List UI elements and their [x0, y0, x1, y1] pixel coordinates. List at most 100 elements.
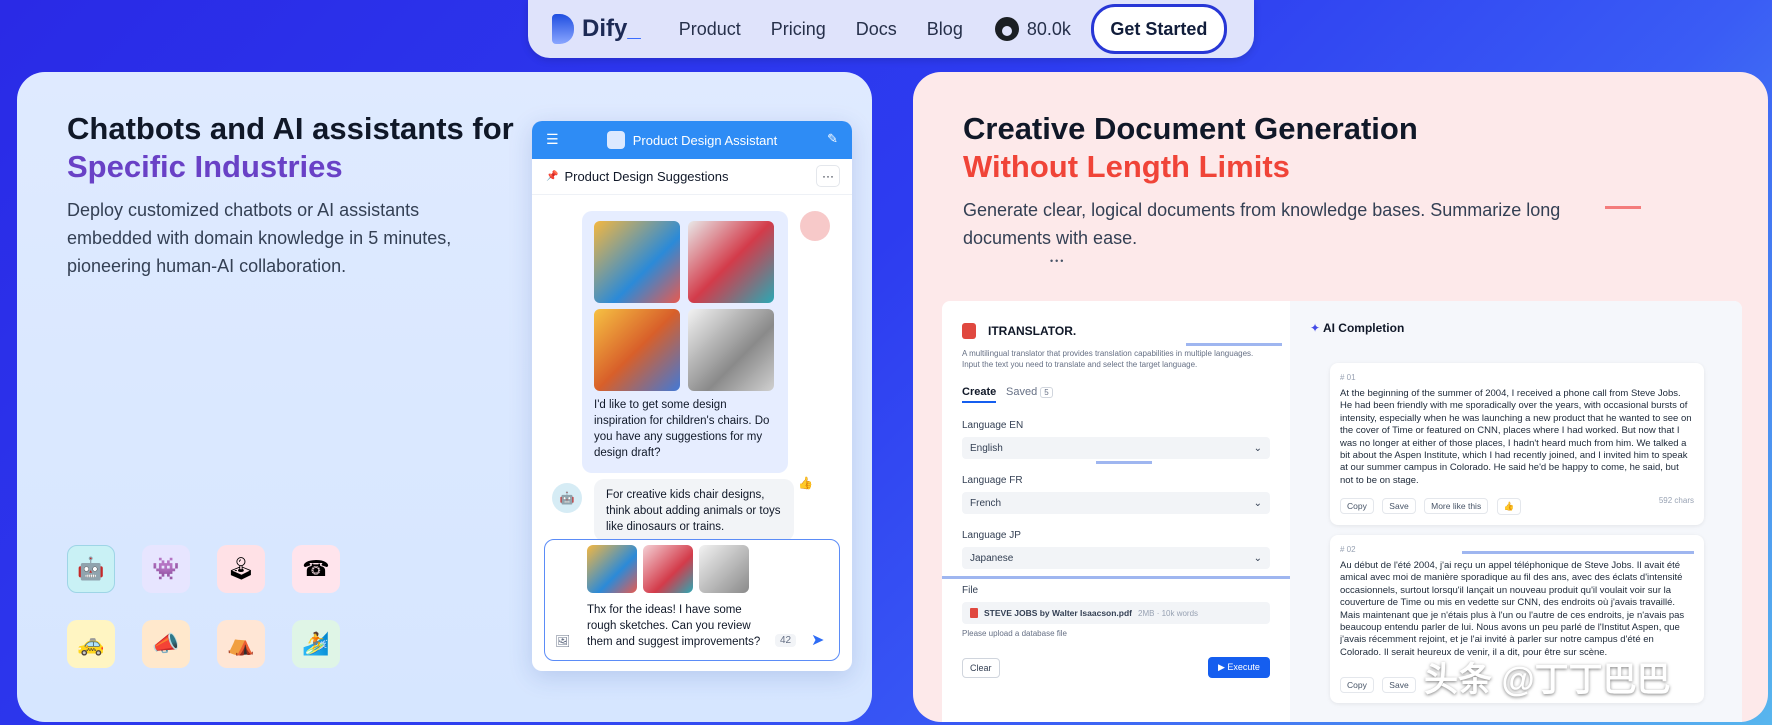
ellipsis-icon: •••	[1050, 256, 1066, 266]
tab-saved-label: Saved	[1006, 386, 1038, 398]
execute-label: Execute	[1227, 662, 1260, 672]
save-button[interactable]: Save	[1382, 677, 1416, 693]
play-icon: ▶	[1218, 662, 1228, 672]
sparkle-icon: ✦	[1310, 321, 1323, 335]
execute-button[interactable]: ▶ Execute	[1208, 657, 1270, 678]
github-icon	[994, 17, 1019, 41]
chair-image-2[interactable]	[688, 221, 774, 303]
surfer-icon[interactable]: 🏄	[292, 620, 340, 668]
user-message-text: I'd like to get some design inspiration …	[594, 399, 770, 459]
image-upload-icon[interactable]: 🖼	[555, 634, 570, 648]
top-navbar: Dify_ Product Pricing Docs Blog 80.0k Ge…	[528, 0, 1254, 58]
docgen-title-line2: Without Length Limits	[963, 149, 1290, 184]
file-label: File	[962, 585, 979, 596]
alien-icon[interactable]: 👾	[142, 545, 190, 593]
taxi-icon[interactable]: 🚕	[67, 620, 115, 668]
thumbs-up-icon[interactable]: 👍	[1496, 498, 1522, 515]
chatbots-title-line2: Specific Industries	[67, 149, 343, 184]
nav-link-docs[interactable]: Docs	[856, 19, 897, 40]
field-label-fr: Language FR	[962, 475, 1023, 486]
get-started-button[interactable]: Get Started	[1090, 4, 1227, 54]
tab-create[interactable]: Create	[962, 386, 997, 403]
more-options-icon[interactable]: ···	[816, 165, 840, 187]
language-fr-value: French	[970, 497, 1002, 509]
decorative-line	[942, 576, 1302, 579]
save-button[interactable]: Save	[1382, 498, 1416, 514]
pin-icon: 📌	[546, 171, 559, 182]
clear-button[interactable]: Clear	[962, 658, 1000, 678]
translator-app-description: A multilingual translator that provides …	[962, 349, 1254, 369]
chat-app-preview: ☰ Product Design Assistant ✎ 📌 Product D…	[532, 121, 852, 671]
chat-header-title: Product Design Assistant	[632, 132, 778, 148]
chat-subheader: 📌 Product Design Suggestions ···	[532, 159, 852, 195]
ai-completion-title-text: AI Completion	[1322, 321, 1405, 335]
chevron-down-icon: ⌄	[1253, 442, 1262, 454]
decorative-line	[1186, 343, 1282, 346]
completion-text-1: At the beginning of the summer of 2004, …	[1340, 388, 1692, 486]
file-upload-field[interactable]: STEVE JOBS by Walter Isaacson.pdf 2MB · …	[962, 602, 1270, 624]
chair-image-3[interactable]	[594, 309, 680, 391]
attached-image-2[interactable]	[643, 545, 693, 593]
edit-icon[interactable]: ✎	[827, 131, 838, 147]
completion-text-2: Au début de l'été 2004, j'ai reçu un app…	[1340, 560, 1685, 658]
docgen-heading: Creative Document Generation Without Len…	[963, 110, 1463, 186]
megaphone-icon[interactable]: 📣	[142, 620, 190, 668]
github-star-count: 80.0k	[1026, 18, 1071, 39]
thumbs-up-icon[interactable]: 👍	[798, 476, 813, 490]
nav-link-blog[interactable]: Blog	[927, 19, 963, 40]
field-label-en: Language EN	[962, 420, 1024, 431]
copy-button[interactable]: Copy	[1340, 677, 1374, 693]
translator-app-name: ITRANSLATOR.	[988, 324, 1077, 338]
decorative-line	[1462, 551, 1694, 554]
chatbots-heading: Chatbots and AI assistants for Specific …	[67, 110, 517, 186]
send-icon[interactable]: ➤	[811, 630, 824, 650]
nav-link-product[interactable]: Product	[679, 19, 741, 40]
saved-count-badge: 5	[1040, 387, 1053, 398]
conversation-title: Product Design Suggestions	[564, 169, 729, 184]
language-fr-select[interactable]: French ⌄	[962, 492, 1270, 514]
language-en-select[interactable]: English ⌄	[962, 437, 1270, 459]
decorative-line	[1605, 206, 1641, 209]
telephone-icon[interactable]: ☎	[292, 545, 340, 593]
nav-link-pricing[interactable]: Pricing	[771, 19, 826, 40]
user-message-bubble: I'd like to get some design inspiration …	[582, 211, 788, 473]
joystick-icon[interactable]: 🕹	[217, 545, 265, 593]
attached-image-1[interactable]	[587, 545, 637, 593]
completion-card-1: # 01 At the beginning of the summer of 2…	[1330, 363, 1704, 525]
logo-text: Dify	[582, 15, 628, 42]
language-jp-value: Japanese	[970, 552, 1014, 564]
decorative-line	[1096, 461, 1152, 464]
field-label-jp: Language JP	[962, 530, 1021, 541]
completion-index-1: # 01	[1340, 373, 1356, 382]
completion-actions-1: Copy Save More like this 👍 592 chars	[1340, 496, 1694, 515]
docgen-title-line1: Creative Document Generation	[963, 111, 1418, 146]
dify-logo[interactable]: Dify_	[552, 14, 641, 44]
copy-button[interactable]: Copy	[1340, 498, 1374, 514]
language-en-value: English	[970, 442, 1003, 454]
bot-avatar-icon: 🤖	[552, 483, 582, 513]
chat-input-text[interactable]: Thx for the ideas! I have some rough ske…	[587, 602, 771, 650]
tent-icon[interactable]: ⛺	[217, 620, 265, 668]
user-avatar	[800, 211, 830, 241]
bot-message-text: For creative kids chair designs, think a…	[606, 489, 781, 533]
char-count-label: 592 chars	[1658, 496, 1694, 505]
chair-image-1[interactable]	[594, 221, 680, 303]
dify-logo-mark	[552, 14, 574, 44]
file-name: STEVE JOBS by Walter Isaacson.pdf	[984, 608, 1133, 618]
ai-completion-title: ✦ AI Completion	[1310, 321, 1404, 335]
char-counter: 42	[775, 634, 797, 647]
attached-image-3[interactable]	[699, 545, 749, 593]
logo-underscore: _	[627, 15, 641, 42]
chevron-down-icon: ⌄	[1253, 497, 1262, 509]
more-like-this-button[interactable]: More like this	[1424, 498, 1489, 514]
chatbots-title-line1: Chatbots and AI assistants for	[67, 111, 514, 146]
chat-input-area[interactable]: Thx for the ideas! I have some rough ske…	[544, 539, 840, 661]
chair-sketch-image[interactable]	[688, 309, 774, 391]
robot-icon[interactable]: 🤖	[67, 545, 115, 593]
github-stars-link[interactable]: 80.0k	[994, 17, 1071, 41]
tab-saved[interactable]: Saved 5	[1006, 386, 1053, 398]
language-jp-select[interactable]: Japanese ⌄	[962, 547, 1270, 569]
pdf-file-icon	[970, 608, 978, 618]
menu-icon[interactable]: ☰	[546, 131, 559, 148]
docgen-description: Generate clear, logical documents from k…	[963, 200, 1561, 248]
